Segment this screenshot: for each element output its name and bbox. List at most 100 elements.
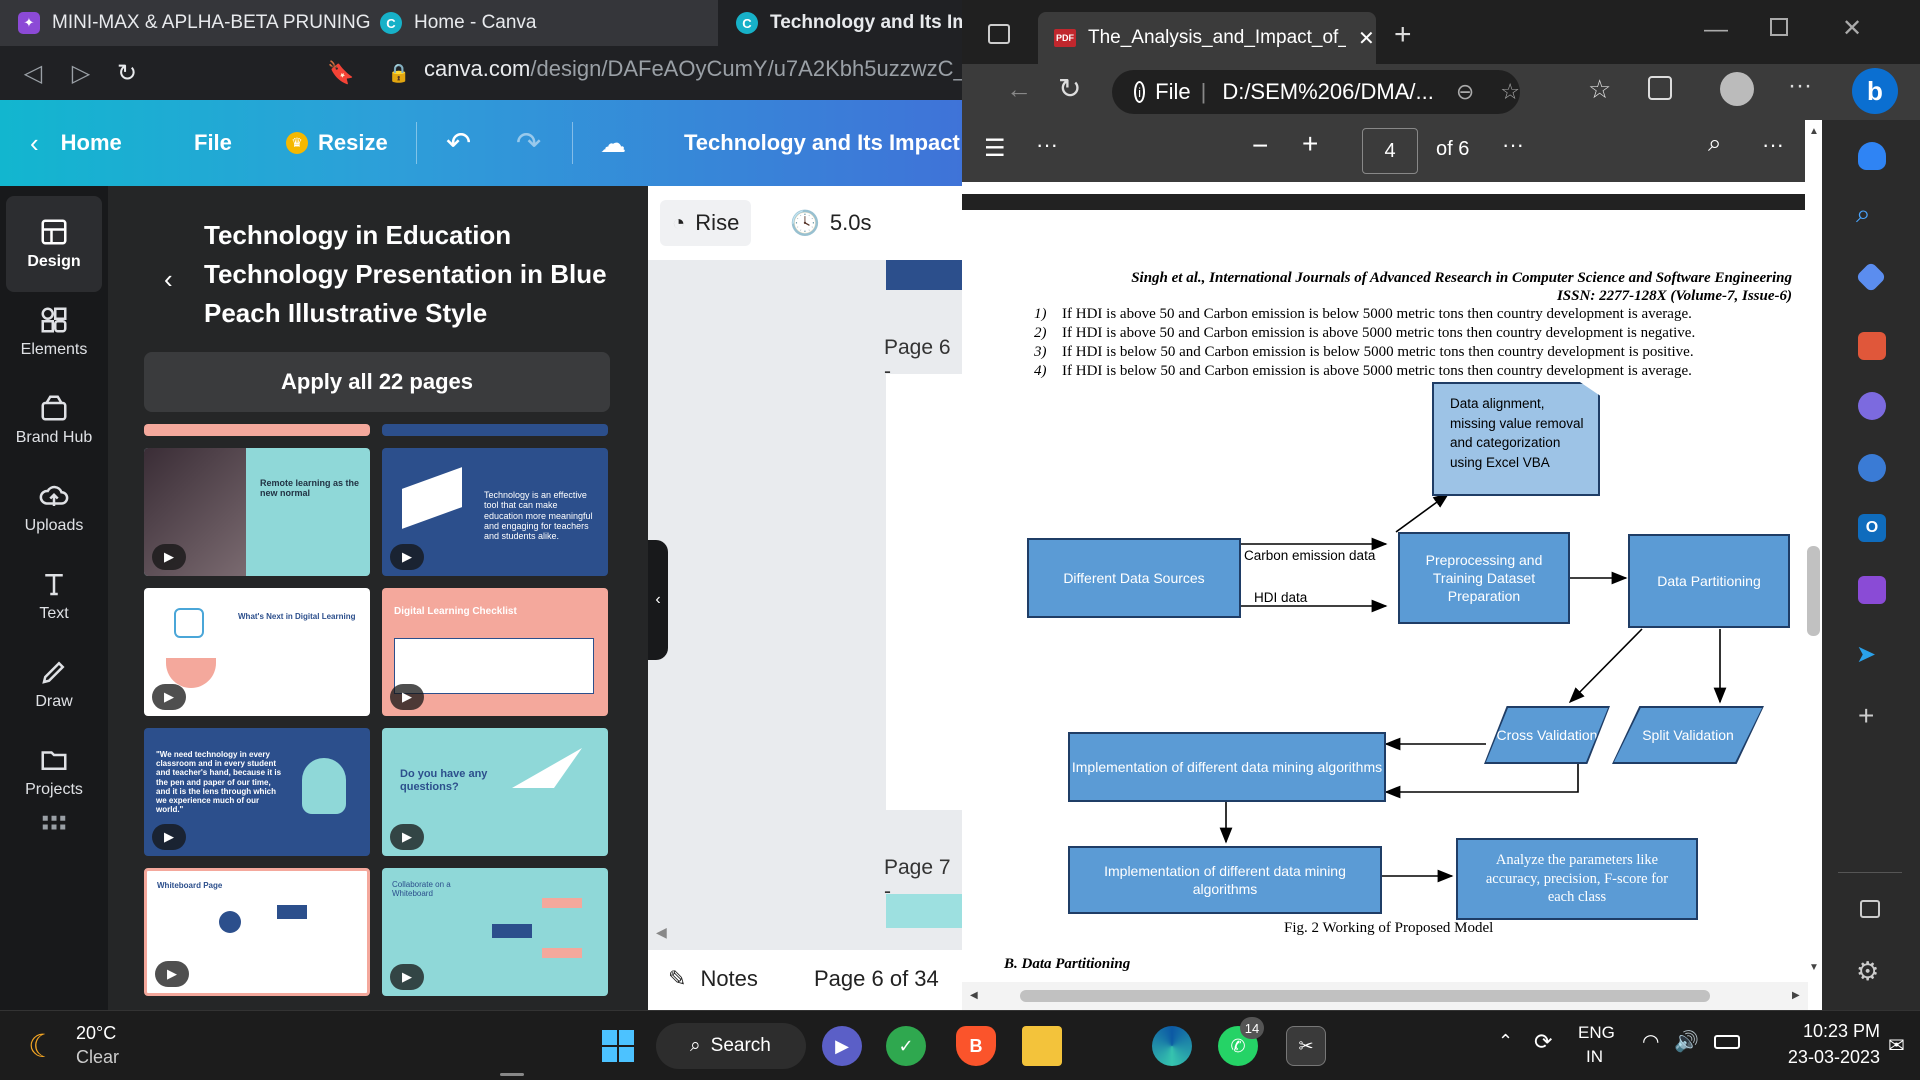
undo-icon[interactable]: ↶: [446, 100, 471, 186]
weather-temp[interactable]: 20°C: [76, 1023, 116, 1044]
hide-sidebar-icon[interactable]: [1860, 900, 1880, 918]
hscroll-thumb[interactable]: [1020, 990, 1710, 1002]
clock-time[interactable]: 10:23 PM: [1784, 1021, 1880, 1042]
scroll-left-icon[interactable]: ◀: [970, 990, 978, 1001]
rail-apps[interactable]: [6, 802, 102, 852]
url-box[interactable]: i File | D:/SEM%206/DMA/... ⊖ ☆: [1112, 70, 1520, 114]
sync-icon[interactable]: ⟳: [1534, 1029, 1552, 1055]
reload-icon[interactable]: ↻: [112, 58, 142, 88]
file-menu[interactable]: File: [194, 100, 232, 186]
close-tab-icon[interactable]: ✕: [1358, 26, 1375, 51]
meet-video-icon[interactable]: ▶: [822, 1026, 862, 1066]
collapse-panel-button[interactable]: ‹: [648, 540, 668, 660]
template-thumb-partial[interactable]: [382, 424, 608, 436]
tab-pdf[interactable]: PDF The_Analysis_and_Impact_of_Co2 ✕: [1038, 12, 1376, 64]
sidebar-settings-icon[interactable]: ⚙: [1856, 956, 1879, 987]
settings-more-icon[interactable]: ···: [1762, 132, 1784, 158]
wifi-icon[interactable]: ◠: [1642, 1029, 1659, 1054]
sidebar-search-icon[interactable]: ⌕: [1856, 198, 1871, 230]
notifications-icon[interactable]: ✉: [1888, 1033, 1905, 1058]
tray-chevron-icon[interactable]: ⌃: [1498, 1031, 1513, 1052]
template-thumb-partial[interactable]: [144, 424, 370, 436]
brave-browser-icon[interactable]: B: [956, 1026, 996, 1066]
tools-toolbox-icon[interactable]: [1858, 332, 1886, 360]
outlook-icon[interactable]: O: [1858, 514, 1886, 542]
back-chevron-icon[interactable]: ‹: [164, 264, 173, 295]
resize-button[interactable]: ♛ Resize: [286, 100, 388, 186]
back-icon[interactable]: ←: [1006, 74, 1032, 105]
more-icon[interactable]: ···: [1788, 72, 1812, 100]
tab-actions-icon[interactable]: [988, 24, 1010, 44]
rail-draw[interactable]: Draw: [6, 636, 102, 732]
volume-icon[interactable]: 🔊: [1674, 1029, 1699, 1054]
scroll-right-icon[interactable]: ▶: [1792, 990, 1800, 1001]
pdf-vertical-scrollbar[interactable]: ▲ ▼: [1805, 120, 1822, 980]
microsoft-365-icon[interactable]: [1858, 454, 1886, 482]
back-icon[interactable]: ◁: [18, 58, 48, 88]
file-explorer-icon[interactable]: [1022, 1026, 1062, 1066]
template-thumb[interactable]: Do you have any questions? ▶: [382, 728, 608, 856]
refresh-icon[interactable]: ↻: [1058, 72, 1081, 105]
scroll-down-icon[interactable]: ▼: [1809, 962, 1819, 973]
battery-icon[interactable]: [1714, 1035, 1740, 1049]
search-icon[interactable]: ⌕: [1708, 130, 1721, 158]
rail-design[interactable]: Design: [6, 196, 102, 292]
pdf-page-input[interactable]: 4: [1362, 128, 1418, 174]
clock-date[interactable]: 23-03-2023: [1762, 1047, 1880, 1068]
telegram-icon[interactable]: ➤: [1856, 640, 1876, 669]
zoom-in-icon[interactable]: +: [1302, 128, 1318, 160]
template-thumb[interactable]: Collaborate on a Whiteboard ▶: [382, 868, 608, 996]
apply-all-pages-button[interactable]: Apply all 22 pages: [144, 352, 610, 412]
scrollbar-thumb[interactable]: [1807, 546, 1820, 636]
minimize-icon[interactable]: —: [1704, 16, 1728, 44]
pdf-more-icon[interactable]: ···: [1502, 132, 1524, 158]
template-thumb[interactable]: Remote learning as the new normal ▶: [144, 448, 370, 576]
rail-elements[interactable]: Elements: [6, 284, 102, 380]
zoom-out-icon[interactable]: −: [1252, 130, 1268, 162]
bing-icon[interactable]: b: [1852, 68, 1898, 114]
url-text[interactable]: canva.com/design/DAFeAOyCumY/u7A2Kbh5uzz…: [424, 56, 962, 82]
add-sidebar-app-icon[interactable]: +: [1858, 700, 1874, 732]
contents-icon[interactable]: ☰: [984, 134, 1006, 163]
add-favorite-icon[interactable]: ☆: [1500, 79, 1520, 105]
more-tools-icon[interactable]: ···: [1036, 132, 1058, 158]
tab-canva-home[interactable]: C Home - Canva: [362, 0, 722, 46]
rail-brand-hub[interactable]: Brand Hub: [6, 372, 102, 468]
home-button[interactable]: ‹ Home: [30, 100, 122, 186]
slide-7-canvas[interactable]: [886, 894, 962, 928]
rail-text[interactable]: Text: [6, 548, 102, 644]
tab-canva-design[interactable]: C Technology and Its Imp: [718, 0, 962, 46]
weather-condition[interactable]: Clear: [76, 1047, 119, 1068]
template-thumb[interactable]: Digital Learning Checklist ▶: [382, 588, 608, 716]
template-thumb[interactable]: Whiteboard Page ▶: [144, 868, 370, 996]
tab-minimax[interactable]: ✦ MINI-MAX & APLHA-BETA PRUNING: [0, 0, 378, 46]
edge-browser-icon[interactable]: [1152, 1026, 1192, 1066]
maximize-icon[interactable]: [1770, 18, 1788, 36]
designer-icon[interactable]: [1858, 576, 1886, 604]
close-window-icon[interactable]: ✕: [1842, 14, 1862, 43]
rail-uploads[interactable]: Uploads: [6, 460, 102, 556]
zoom-icon[interactable]: ⊖: [1456, 79, 1474, 105]
profile-avatar[interactable]: [1720, 72, 1754, 106]
region-indicator[interactable]: IN: [1586, 1047, 1603, 1067]
new-tab-icon[interactable]: +: [1394, 18, 1412, 52]
forward-icon[interactable]: ▷: [66, 58, 96, 88]
scroll-left-icon[interactable]: ◀: [656, 924, 667, 941]
template-thumb[interactable]: What's Next in Digital Learning ▶: [144, 588, 370, 716]
redo-icon[interactable]: ↷: [516, 100, 541, 186]
scroll-up-icon[interactable]: ▲: [1809, 126, 1819, 137]
slide-5-bottom[interactable]: [886, 260, 962, 290]
template-thumb[interactable]: Technology is an effective tool that can…: [382, 448, 608, 576]
duration-button[interactable]: 🕓 5.0s: [778, 200, 883, 246]
animation-button[interactable]: ◔ Rise: [660, 200, 752, 246]
tick-app-icon[interactable]: ✓: [886, 1026, 926, 1066]
notes-button[interactable]: ✎ Notes: [668, 966, 758, 992]
slide-6-canvas[interactable]: [886, 374, 962, 810]
bell-icon[interactable]: [1858, 142, 1886, 170]
taskbar-search[interactable]: ⌕ Search: [656, 1023, 806, 1069]
start-windows-icon[interactable]: [598, 1026, 638, 1066]
document-title[interactable]: Technology and Its Impact: [684, 100, 960, 186]
bookmark-icon[interactable]: 🔖: [326, 58, 356, 88]
cloud-saved-icon[interactable]: ☁: [600, 100, 626, 186]
collections-icon[interactable]: [1648, 76, 1672, 100]
